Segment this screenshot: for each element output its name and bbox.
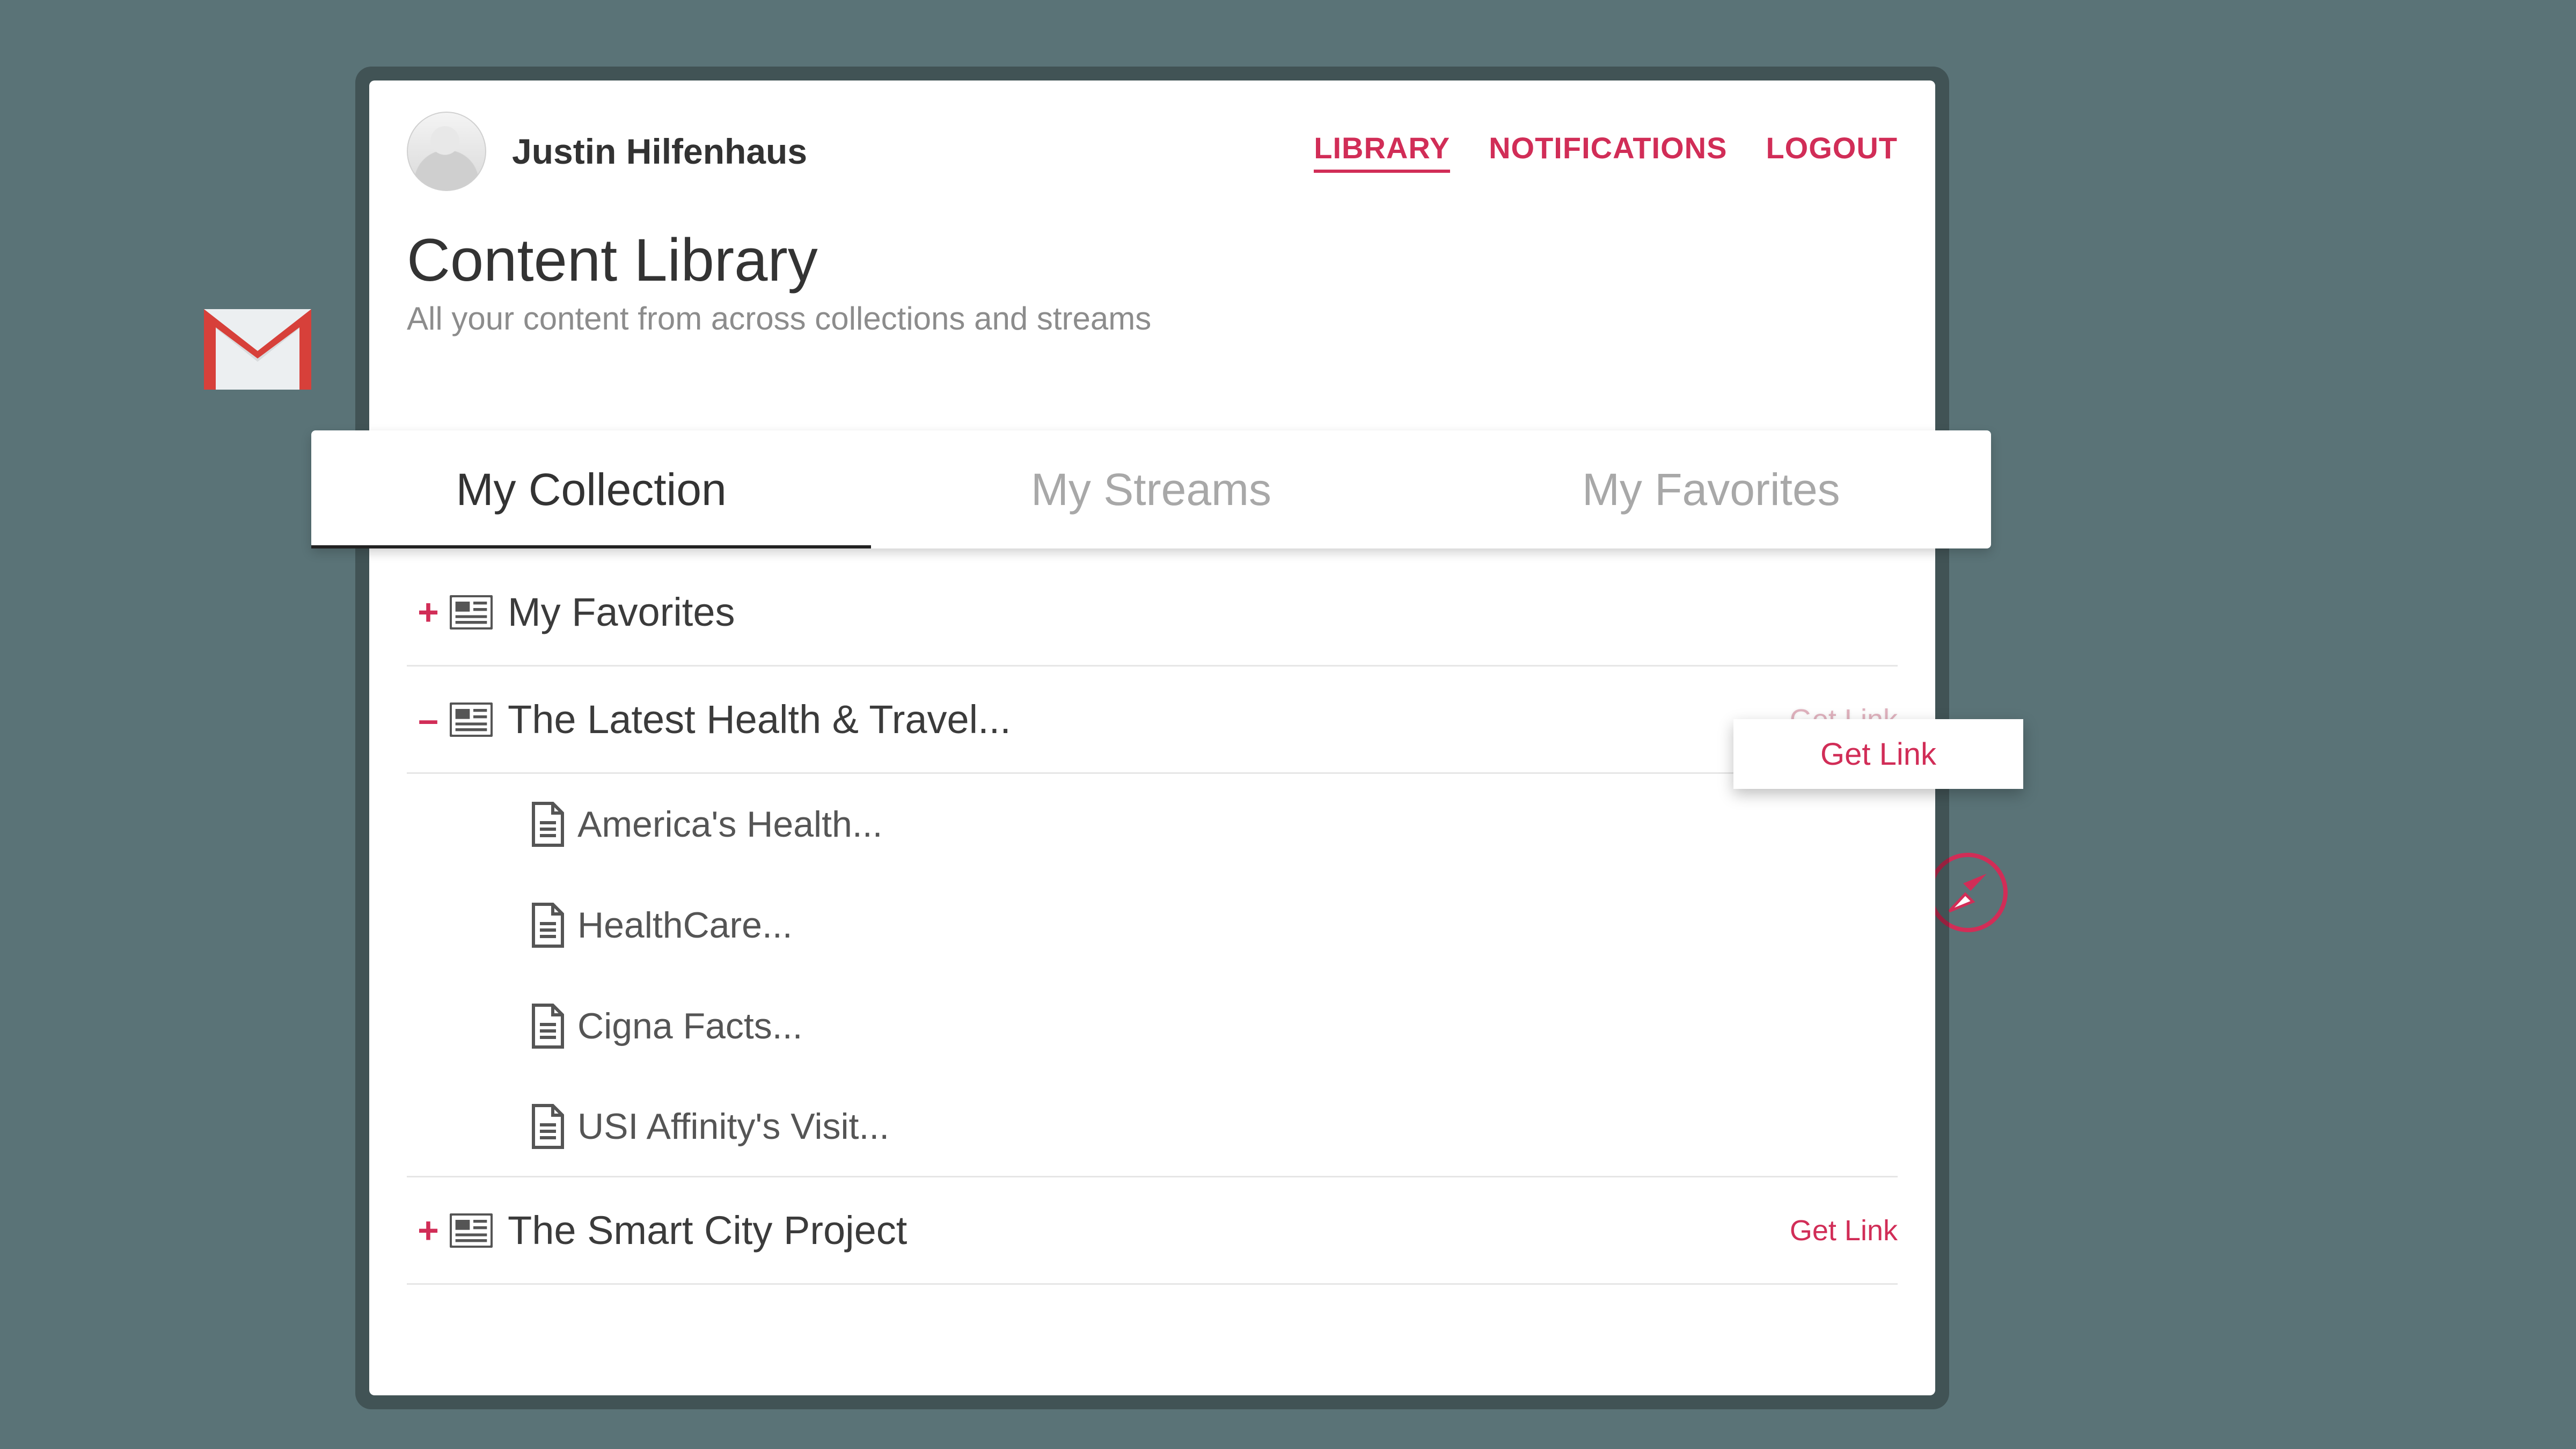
library-tabs: My Collection My Streams My Favorites (311, 430, 1991, 548)
newspaper-icon (450, 596, 493, 628)
tree-child-label: HealthCare... (577, 904, 793, 946)
tree-child[interactable]: America's Health... (407, 774, 1898, 875)
collapse-icon[interactable]: – (407, 699, 450, 741)
tree-child-label: Cigna Facts... (577, 1005, 803, 1047)
avatar[interactable] (407, 112, 486, 191)
tree-child-label: USI Affinity's Visit... (577, 1106, 889, 1147)
collection-tree: + My Favorites – The Latest Health & Tra… (407, 559, 1898, 1285)
document-icon (530, 1010, 566, 1042)
newspaper-icon (450, 704, 493, 736)
get-link-button[interactable]: Get Link (1790, 1214, 1898, 1247)
top-nav: LIBRARY NOTIFICATIONS LOGOUT (1314, 130, 1898, 173)
newspaper-icon (450, 1214, 493, 1247)
nav-logout[interactable]: LOGOUT (1766, 130, 1898, 173)
tree-row-favorites[interactable]: + My Favorites (407, 559, 1898, 667)
tree-row-health[interactable]: – The Latest Health & Travel... Get Link (407, 667, 1898, 774)
document-icon (530, 808, 566, 840)
nav-notifications[interactable]: NOTIFICATIONS (1489, 130, 1727, 173)
compass-icon (1928, 852, 2008, 933)
expand-icon[interactable]: + (407, 591, 450, 633)
tab-my-favorites[interactable]: My Favorites (1431, 430, 1991, 548)
tree-row-label: The Smart City Project (508, 1208, 907, 1253)
panel-header: Justin Hilfenhaus LIBRARY NOTIFICATIONS … (369, 80, 1935, 213)
tree-row-label: My Favorites (508, 589, 735, 635)
page-title-block: Content Library All your content from ac… (369, 213, 1935, 353)
page-title: Content Library (407, 225, 1898, 295)
tab-my-collection[interactable]: My Collection (311, 430, 871, 548)
tree-child[interactable]: HealthCare... (407, 875, 1898, 976)
document-icon (530, 1110, 566, 1143)
tree-row-smart-city[interactable]: + The Smart City Project Get Link (407, 1177, 1898, 1285)
tree-child[interactable]: USI Affinity's Visit... (407, 1077, 1898, 1177)
tree-row-label: The Latest Health & Travel... (508, 697, 1011, 742)
expand-icon[interactable]: + (407, 1210, 450, 1252)
tree-child-label: America's Health... (577, 803, 883, 845)
page-subtitle: All your content from across collections… (407, 300, 1898, 337)
get-link-tooltip[interactable]: Get Link (1733, 719, 2023, 789)
gmail-icon (204, 309, 311, 390)
nav-library[interactable]: LIBRARY (1314, 130, 1450, 173)
tab-my-streams[interactable]: My Streams (871, 430, 1431, 548)
library-panel: Justin Hilfenhaus LIBRARY NOTIFICATIONS … (369, 80, 1935, 1395)
tree-child[interactable]: Cigna Facts... (407, 976, 1898, 1077)
user-name: Justin Hilfenhaus (512, 131, 807, 172)
document-icon (530, 909, 566, 941)
